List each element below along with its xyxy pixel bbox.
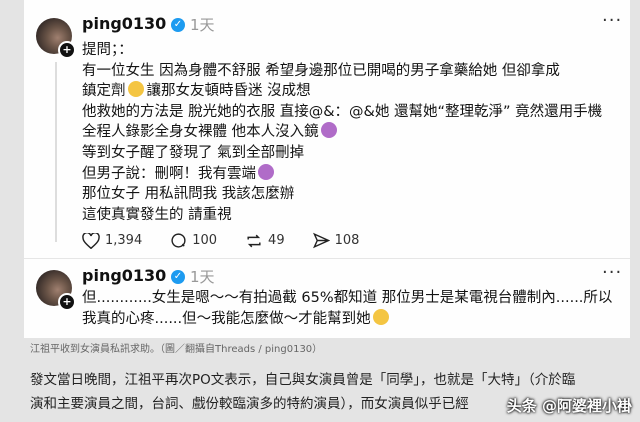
article-line: 發文當日晚間，江祖平再次PO文表示，自己與女演員曾是「同學」，也就是「大特」（介…	[30, 372, 576, 388]
post-line: 那位女子 用私訊問我 我該怎麼辦	[82, 186, 295, 203]
crying-emoji-icon	[372, 308, 389, 325]
thread-post-2: + ping0130 ✓ 1天 ··· 但............女生是嗯～～有…	[24, 262, 630, 338]
post-line: 提問；：	[82, 42, 133, 58]
more-options-icon[interactable]: ···	[602, 10, 622, 31]
post-line-with-emoji: 我真的心疼......但～我能怎麼做～才能幫到她	[82, 308, 612, 330]
thread-post-1: + ping0130 ✓ 1天 ··· 提問；： 有一位女生 因為身體不舒服 希…	[24, 0, 630, 262]
post-actions: 1,394 100 49 108	[82, 232, 387, 249]
threads-screenshot-card: + ping0130 ✓ 1天 ··· 提問；： 有一位女生 因為身體不舒服 希…	[24, 0, 630, 338]
post-line: 但男子說：刪啊！我有雲端	[82, 165, 256, 182]
share-count: 108	[334, 233, 360, 248]
post-body: 提問；： 有一位女生 因為身體不舒服 希望身邊那位已開喝的男子拿藥給她 但卻拿成…	[82, 40, 602, 225]
post-line-with-emoji: 但男子說：刪啊！我有雲端	[82, 163, 602, 185]
like-button[interactable]: 1,394	[82, 232, 143, 249]
facepalm-emoji-icon	[258, 163, 274, 180]
post-time: 1天	[190, 268, 215, 286]
comment-button[interactable]: 100	[170, 232, 217, 249]
repost-count: 49	[268, 233, 285, 248]
post-line-with-emoji: 鎮定劑 讓那女友頓時昏迷 沒成想	[82, 81, 602, 102]
post-line: 這使真實發生的 請重視	[82, 206, 232, 223]
post-line: 等到女子醒了發現了 氣到全部刪掉	[82, 144, 305, 161]
scream-emoji-icon	[127, 81, 144, 98]
post-line: 但............女生是嗯～～有拍過截 65%都知道 那位男士是某電視台…	[82, 290, 613, 306]
share-button[interactable]: 108	[312, 232, 360, 249]
comment-count: 100	[192, 233, 218, 248]
repost-button[interactable]: 49	[245, 233, 285, 249]
verified-badge-icon: ✓	[171, 270, 185, 284]
like-count: 1,394	[105, 233, 143, 248]
facepalm-emoji-icon	[320, 122, 337, 139]
post-username[interactable]: ping0130	[82, 14, 166, 33]
watermark: 头条 @阿婆裡小褂	[506, 397, 632, 415]
article-line: 演和主要演員之間，台詞、戲份較臨演多的特約演員），而女演員似乎已經	[30, 396, 469, 412]
post-divider	[24, 258, 630, 259]
post-line: 鎮定劑	[82, 83, 126, 100]
article-text: 發文當日晚間，江祖平再次PO文表示，自己與女演員曾是「同學」，也就是「大特」（介…	[30, 368, 575, 416]
thread-connector	[55, 62, 57, 242]
post-body: 但............女生是嗯～～有拍過截 65%都知道 那位男士是某電視台…	[82, 288, 612, 329]
heart-icon	[82, 232, 100, 249]
post-username[interactable]: ping0130	[82, 266, 166, 285]
send-icon	[312, 232, 330, 249]
post-line: 全程人錄影全身女裸體 他本人沒入鏡	[82, 124, 319, 141]
post-line: 我真的心疼......但～我能怎麼做～才能幫到她	[82, 310, 371, 327]
post-line: 他救她的方法是 脫光她的衣服 直接@&：@&她 還幫她“整理乾淨” 竟然還用手機	[82, 103, 603, 120]
image-caption: 江祖平收到女演員私訊求助。（圖／翻攝自Threads / ping0130）	[30, 344, 323, 355]
comment-icon	[171, 233, 186, 248]
post-line: 有一位女生 因為身體不舒服 希望身邊那位已開喝的男子拿藥給她 但卻拿成	[82, 62, 560, 79]
post-time: 1天	[190, 16, 215, 34]
follow-plus-icon[interactable]: +	[58, 41, 76, 59]
verified-badge-icon: ✓	[171, 18, 185, 32]
more-options-icon[interactable]: ···	[602, 262, 622, 283]
post-line: 讓那女友頓時昏迷 沒成想	[146, 83, 311, 100]
repost-icon	[247, 234, 261, 247]
post-line-with-emoji: 全程人錄影全身女裸體 他本人沒入鏡	[82, 122, 602, 143]
follow-plus-icon[interactable]: +	[58, 293, 76, 311]
